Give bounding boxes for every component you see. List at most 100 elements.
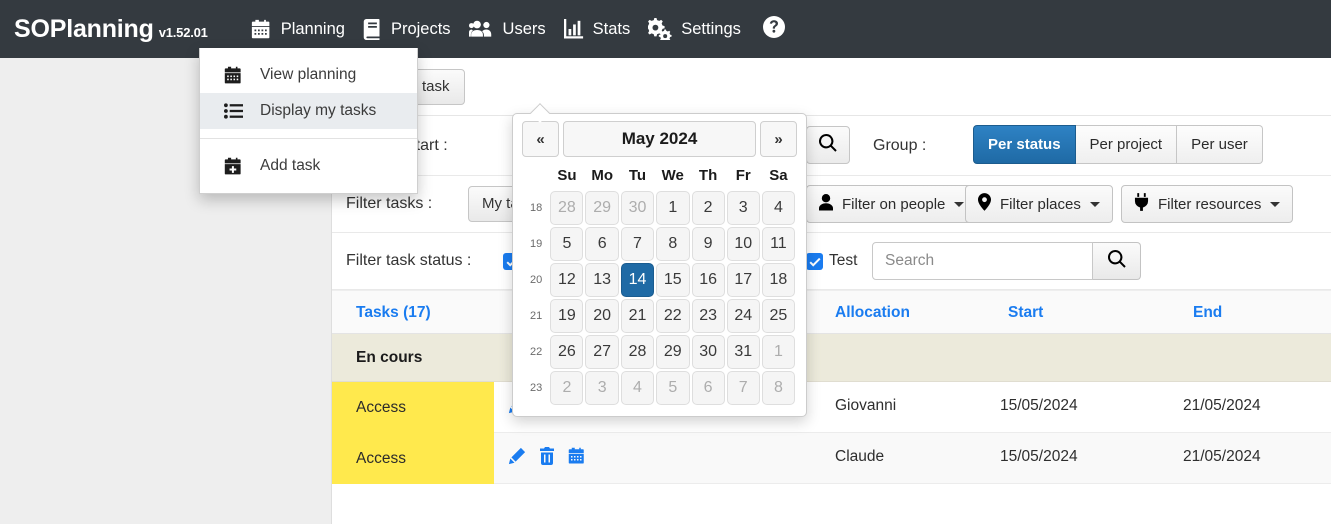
task-group-row[interactable]: En cours bbox=[332, 334, 1331, 382]
datepicker-next-button[interactable]: » bbox=[760, 121, 797, 157]
start-column-header[interactable]: Start bbox=[1008, 304, 1043, 322]
datepicker-prev-button[interactable]: « bbox=[522, 121, 559, 157]
map-pin-icon bbox=[978, 193, 991, 215]
menu-item-display-my-tasks[interactable]: Display my tasks bbox=[200, 93, 417, 129]
datepicker-day[interactable]: 30 bbox=[620, 191, 655, 225]
nav-item-projects[interactable]: Projects bbox=[354, 13, 460, 46]
menu-item-add-task[interactable]: Add task bbox=[200, 148, 417, 184]
datepicker-day[interactable]: 4 bbox=[620, 371, 655, 405]
datepicker-day[interactable]: 8 bbox=[761, 371, 795, 405]
search-input[interactable] bbox=[872, 242, 1093, 280]
datepicker-day[interactable]: 3 bbox=[585, 371, 619, 405]
datepicker-day[interactable]: 12 bbox=[550, 263, 584, 297]
week-number: 18 bbox=[530, 202, 543, 214]
datepicker-day[interactable]: 26 bbox=[550, 335, 584, 369]
nav-item-planning-label: Planning bbox=[280, 19, 345, 38]
datepicker-day[interactable]: 7 bbox=[620, 227, 655, 261]
datepicker-day[interactable]: 20 bbox=[585, 299, 619, 333]
group-by-per-status[interactable]: Per status bbox=[973, 125, 1076, 164]
datepicker-day[interactable]: 9 bbox=[691, 227, 725, 261]
datepicker-day[interactable]: 4 bbox=[761, 191, 795, 225]
datepicker-day[interactable]: 6 bbox=[691, 371, 725, 405]
nav-items: Planning Projects Users Stats Settings bbox=[242, 12, 786, 46]
datepicker-day[interactable]: 3 bbox=[726, 191, 760, 225]
datepicker-day[interactable]: 30 bbox=[691, 335, 725, 369]
datepicker-day[interactable]: 11 bbox=[761, 227, 795, 261]
allocation-column-header[interactable]: Allocation bbox=[835, 304, 910, 322]
group-by-per-project[interactable]: Per project bbox=[1075, 125, 1178, 164]
datepicker-day[interactable]: 2 bbox=[550, 371, 584, 405]
datepicker-day[interactable]: 2 bbox=[691, 191, 725, 225]
menu-item-view-planning[interactable]: View planning bbox=[200, 57, 417, 93]
datepicker-day[interactable]: 17 bbox=[726, 263, 760, 297]
datepicker-day[interactable]: 1 bbox=[656, 191, 690, 225]
table-row[interactable]: Access Giovanni 15/05/2024 21/05/2024 bbox=[332, 382, 1331, 433]
datepicker-day[interactable]: 5 bbox=[550, 227, 584, 261]
datepicker-popup: « May 2024 » Su Mo Tu We Th Fr Sa 18 28 29… bbox=[512, 103, 807, 417]
datepicker-day[interactable]: 23 bbox=[691, 299, 725, 333]
datepicker-day[interactable]: 7 bbox=[726, 371, 760, 405]
row-actions bbox=[508, 447, 586, 465]
datepicker-day[interactable]: 22 bbox=[656, 299, 690, 333]
status-checkbox-test[interactable] bbox=[806, 253, 823, 270]
nav-item-planning[interactable]: Planning bbox=[242, 13, 354, 46]
search-submit-button[interactable] bbox=[1093, 242, 1141, 280]
datepicker-day[interactable]: 16 bbox=[691, 263, 725, 297]
datepicker-day[interactable]: 19 bbox=[550, 299, 584, 333]
datepicker-day[interactable]: 29 bbox=[585, 191, 619, 225]
datepicker-day[interactable]: 8 bbox=[656, 227, 690, 261]
delete-icon[interactable] bbox=[539, 447, 555, 465]
datepicker-day-selected[interactable]: 14 bbox=[620, 263, 655, 297]
row-end-cell: 21/05/2024 bbox=[1183, 448, 1261, 465]
datepicker-day[interactable]: 28 bbox=[550, 191, 584, 225]
row-start-cell: 15/05/2024 bbox=[1000, 448, 1078, 465]
gears-icon bbox=[648, 18, 672, 40]
datepicker-week-row: 21 19 20 21 22 23 24 25 bbox=[524, 299, 795, 333]
filter-on-people-button[interactable]: Filter on people bbox=[806, 185, 978, 223]
nav-item-users[interactable]: Users bbox=[460, 13, 555, 46]
search-icon bbox=[1107, 249, 1127, 274]
datepicker-day[interactable]: 10 bbox=[726, 227, 760, 261]
datepicker-day[interactable]: 25 bbox=[761, 299, 795, 333]
row-allocation-cell: Giovanni bbox=[835, 397, 897, 414]
filter-row-tasks: Filter tasks : My ta Filter on people Fi… bbox=[332, 176, 1331, 233]
menu-item-display-my-tasks-label: Display my tasks bbox=[260, 102, 377, 119]
task-group-label: En cours bbox=[356, 349, 423, 366]
datepicker-day[interactable]: 6 bbox=[585, 227, 619, 261]
datepicker-day[interactable]: 31 bbox=[726, 335, 760, 369]
apply-search-button[interactable] bbox=[806, 126, 850, 164]
week-number: 22 bbox=[530, 346, 543, 358]
edit-icon[interactable] bbox=[508, 447, 526, 465]
group-by-per-user[interactable]: Per user bbox=[1177, 125, 1263, 164]
datepicker-day[interactable]: 24 bbox=[726, 299, 760, 333]
nav-item-stats[interactable]: Stats bbox=[555, 13, 640, 45]
filter-resources-button[interactable]: Filter resources bbox=[1121, 185, 1294, 223]
datepicker-day[interactable]: 27 bbox=[585, 335, 619, 369]
datepicker-day[interactable]: 13 bbox=[585, 263, 619, 297]
nav-item-settings[interactable]: Settings bbox=[639, 12, 750, 46]
group-by-button-group: Per status Per project Per user bbox=[973, 125, 1263, 164]
datepicker-day[interactable]: 28 bbox=[620, 335, 655, 369]
filter-places-label: Filter places bbox=[1000, 195, 1081, 213]
datepicker-day[interactable]: 1 bbox=[761, 335, 795, 369]
dow-tu: Tu bbox=[628, 167, 647, 184]
datepicker-day[interactable]: 15 bbox=[656, 263, 690, 297]
datepicker-day[interactable]: 5 bbox=[656, 371, 690, 405]
end-column-header[interactable]: End bbox=[1193, 304, 1222, 322]
brand-logo[interactable]: SOPlanning v1.52.01 bbox=[14, 15, 208, 44]
datepicker-day[interactable]: 29 bbox=[656, 335, 690, 369]
help-button[interactable] bbox=[762, 15, 786, 44]
menu-item-view-planning-label: View planning bbox=[260, 66, 357, 83]
datepicker-day[interactable]: 21 bbox=[620, 299, 655, 333]
calendar-icon[interactable] bbox=[568, 447, 586, 465]
datepicker-week-row: 22 26 27 28 29 30 31 1 bbox=[524, 335, 795, 369]
week-number: 23 bbox=[530, 382, 543, 394]
datepicker-title[interactable]: May 2024 bbox=[563, 121, 756, 157]
tasks-count-header[interactable]: Tasks (17) bbox=[356, 304, 431, 322]
datepicker-day[interactable]: 18 bbox=[761, 263, 795, 297]
nav-item-settings-label: Settings bbox=[681, 19, 741, 38]
table-row[interactable]: Access Claude 15/05/2024 21/05/2024 bbox=[332, 433, 1331, 484]
filter-places-button[interactable]: Filter places bbox=[965, 185, 1113, 223]
dow-th: Th bbox=[698, 167, 718, 184]
week-number: 19 bbox=[530, 238, 543, 250]
